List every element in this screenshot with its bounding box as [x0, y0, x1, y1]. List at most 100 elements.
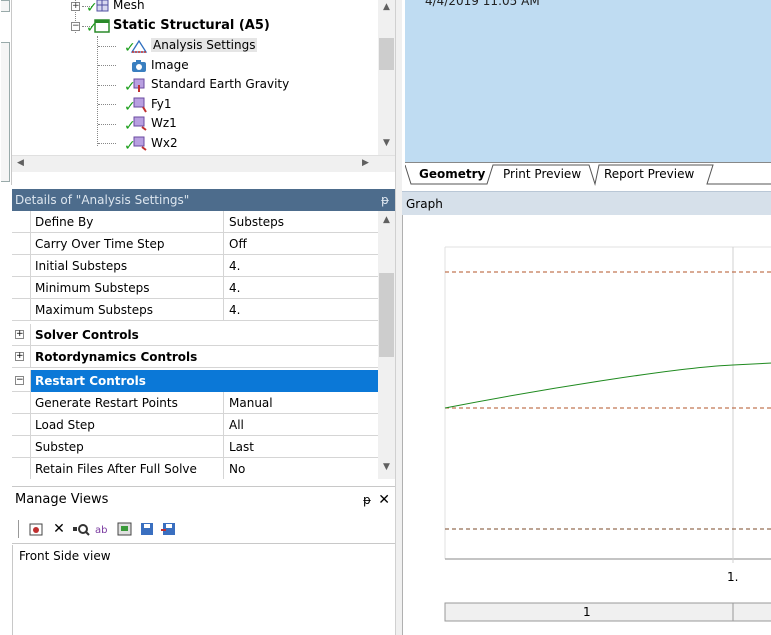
details-row[interactable]: Carry Over Time Step Off [12, 233, 378, 255]
import-view-icon[interactable] [138, 520, 156, 538]
apply-view-icon[interactable] [72, 520, 90, 538]
tree-vertical-scrollbar[interactable]: ▲ ▼ [378, 0, 395, 155]
details-key: Initial Substeps [30, 255, 224, 277]
tab-print-preview[interactable]: Print Preview [501, 164, 583, 185]
geometry-viewport[interactable]: 4/4/2019 11:05 AM [405, 0, 771, 162]
tree-item-fy1[interactable]: ✓ Fy1 [124, 95, 172, 114]
tree-item-label: Static Structural (A5) [113, 18, 270, 33]
tree-line [98, 104, 116, 105]
expand-plus-icon[interactable]: + [15, 352, 24, 361]
left-side-strip [0, 0, 12, 185]
static-structural-icon: ✓ [86, 18, 110, 35]
manage-views-header: Manage Views ᵽ ✕ [12, 486, 395, 512]
details-value[interactable]: 4. [224, 255, 378, 277]
tree-item-label: Image [151, 58, 189, 72]
details-value[interactable]: 4. [224, 299, 378, 321]
scroll-right-icon[interactable]: ▶ [357, 158, 374, 168]
graph-table-row [444, 602, 771, 622]
scroll-left-icon[interactable]: ◀ [12, 158, 29, 168]
graph-area: 1. 1 [402, 215, 771, 635]
scroll-up-icon[interactable]: ▲ [378, 2, 395, 12]
tree-line [98, 143, 116, 144]
manage-views-list: Front Side view [12, 545, 395, 635]
scroll-up-icon[interactable]: ▲ [378, 215, 395, 225]
analysis-settings-icon: ✓ [124, 38, 148, 55]
manage-views-title: Manage Views [15, 492, 109, 507]
pin-icon[interactable]: ᵽ [381, 189, 389, 211]
details-row[interactable]: Define By Substeps [12, 211, 378, 233]
details-key: Maximum Substeps [30, 299, 224, 321]
scrollbar-thumb[interactable] [379, 273, 394, 357]
details-group-label: Solver Controls [30, 324, 378, 346]
tree-item-label: Analysis Settings [151, 38, 258, 52]
tab-geometry[interactable]: Geometry [417, 164, 487, 185]
graph-plot: 1. 1 [444, 246, 771, 622]
tree-item-label: Standard Earth Gravity [151, 77, 290, 91]
details-row[interactable]: Generate Restart Points Manual [12, 392, 378, 414]
create-view-icon[interactable] [28, 520, 46, 538]
details-row[interactable]: Initial Substeps 4. [12, 255, 378, 277]
details-row[interactable]: Retain Files After Full Solve No [12, 458, 378, 479]
expand-plus-icon[interactable]: + [15, 330, 24, 339]
details-group-solver-controls[interactable]: + Solver Controls [12, 324, 378, 346]
details-group-label: Rotordynamics Controls [30, 346, 378, 368]
tree-line [98, 124, 116, 125]
scroll-down-icon[interactable]: ▼ [378, 138, 395, 148]
moment-icon: ✓ [124, 116, 148, 133]
force-icon: ✓ [124, 97, 148, 114]
details-value[interactable]: No [224, 458, 378, 479]
graph-table-cell[interactable]: 1 [583, 605, 591, 619]
details-row[interactable]: Minimum Substeps 4. [12, 277, 378, 299]
details-vertical-scrollbar[interactable]: ▲ ▼ [378, 211, 395, 479]
tree-line [98, 85, 116, 86]
details-title: Details of "Analysis Settings" [15, 193, 190, 207]
tree-item-image[interactable]: Image [130, 56, 189, 75]
gravity-icon: ✓ [124, 77, 148, 94]
tree-item-static-structural[interactable]: ✓ Static Structural (A5) [86, 16, 270, 35]
panel-splitter[interactable] [395, 0, 402, 635]
details-key: Retain Files After Full Solve [30, 458, 224, 479]
details-group-label: Restart Controls [30, 370, 378, 392]
details-value[interactable]: Substeps [224, 211, 378, 233]
tree-horizontal-scrollbar[interactable]: ◀ ▶ [12, 155, 395, 172]
moment-icon: ✓ [124, 136, 148, 153]
manage-views-toolbar: ✕ ab [12, 514, 395, 544]
details-group-rotordynamics-controls[interactable]: + Rotordynamics Controls [12, 346, 378, 368]
scrollbar-thumb[interactable] [379, 38, 394, 70]
details-value[interactable]: Off [224, 233, 378, 255]
collapse-minus-icon[interactable]: − [71, 22, 80, 31]
export-view-icon[interactable] [160, 520, 178, 538]
details-row[interactable]: Substep Last [12, 436, 378, 458]
details-row[interactable]: Load Step All [12, 414, 378, 436]
details-value[interactable]: 4. [224, 277, 378, 299]
details-value[interactable]: Last [224, 436, 378, 458]
expand-plus-icon[interactable]: + [71, 2, 80, 11]
outline-tree: + − ✓ Mesh ✓ Static Structural (A5) ✓ An… [12, 0, 395, 155]
details-key: Load Step [30, 414, 224, 436]
details-group-restart-controls[interactable]: − Restart Controls [12, 370, 378, 392]
save-view-icon[interactable] [116, 520, 134, 538]
tree-item-analysis-settings[interactable]: ✓ Analysis Settings [124, 36, 258, 55]
details-value[interactable]: Manual [224, 392, 378, 414]
tab-report-preview[interactable]: Report Preview [602, 164, 696, 185]
collapse-minus-icon[interactable]: − [15, 376, 24, 385]
viewport-tabs: Geometry Print Preview Report Preview [405, 162, 771, 186]
delete-view-icon[interactable]: ✕ [50, 520, 68, 538]
rename-view-icon[interactable]: ab [94, 520, 112, 538]
close-icon[interactable]: ✕ [378, 487, 390, 513]
view-list-item[interactable]: Front Side view [19, 549, 111, 563]
tree-item-wx2[interactable]: ✓ Wx2 [124, 134, 178, 153]
toolbar-separator [18, 520, 19, 538]
tree-item-standard-earth-gravity[interactable]: ✓ Standard Earth Gravity [124, 75, 290, 94]
tree-item-wz1[interactable]: ✓ Wz1 [124, 114, 177, 133]
details-row[interactable]: Maximum Substeps 4. [12, 299, 378, 321]
scroll-down-icon[interactable]: ▼ [378, 462, 395, 472]
details-value[interactable]: All [224, 414, 378, 436]
side-tab[interactable] [1, 0, 10, 12]
details-grid: Define By Substeps Carry Over Time Step … [12, 211, 395, 479]
graph-title: Graph [406, 197, 443, 211]
tree-item-label: Wx2 [151, 136, 178, 150]
side-tab[interactable] [1, 42, 10, 182]
tree-item-mesh[interactable]: ✓ Mesh [86, 0, 145, 15]
pin-icon[interactable]: ᵽ [363, 487, 371, 513]
